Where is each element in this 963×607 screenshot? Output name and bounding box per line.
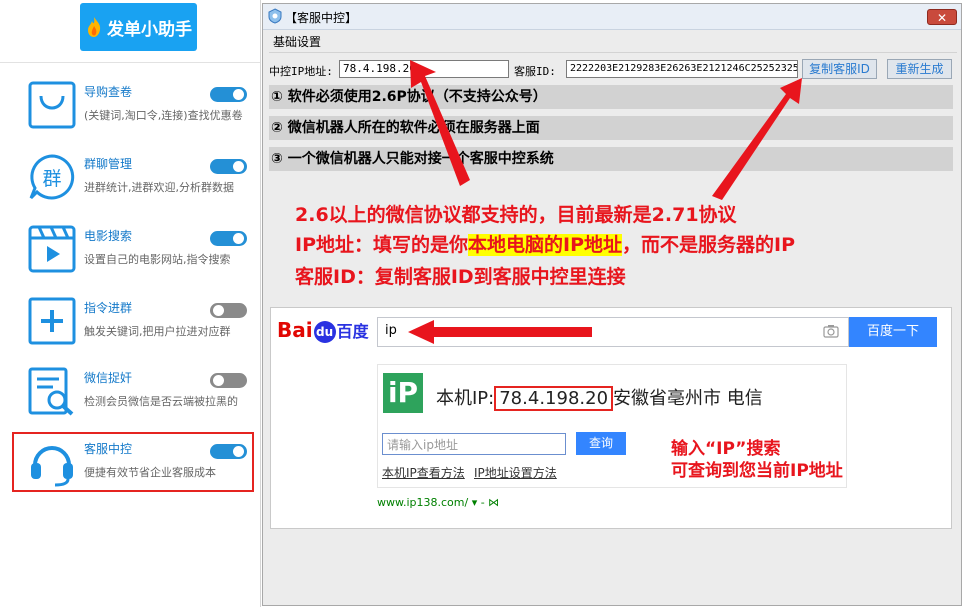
arrow-to-copy	[712, 78, 802, 200]
arrow-to-ip	[410, 60, 470, 186]
annotation-arrows	[408, 60, 802, 344]
arrow-to-search	[408, 320, 592, 344]
